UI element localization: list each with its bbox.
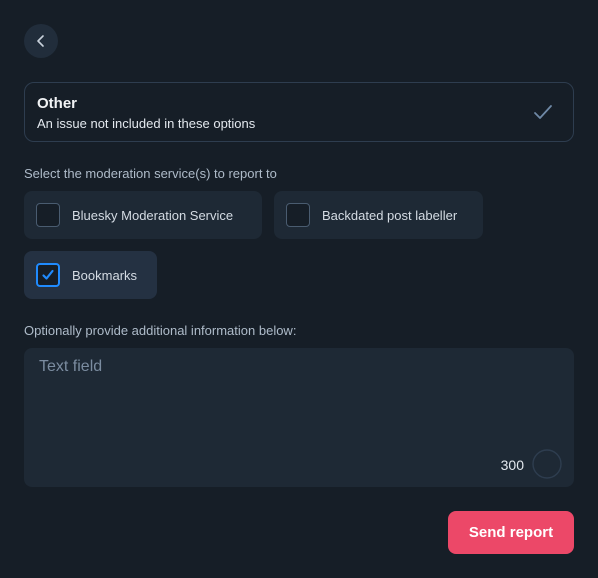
check-icon	[42, 269, 54, 280]
service-label: Bluesky Moderation Service	[72, 207, 234, 223]
back-button[interactable]	[24, 24, 58, 58]
reason-title: Other	[37, 95, 78, 112]
details-text-field[interactable]	[24, 348, 574, 487]
check-icon	[534, 105, 552, 119]
report-dialog: Other An issue not included in these opt…	[0, 0, 598, 578]
service-backdated-post-labeller[interactable]: Backdated post labeller	[274, 191, 483, 239]
service-label: Bookmarks	[72, 267, 138, 283]
services-label: Select the moderation service(s) to repo…	[24, 166, 277, 181]
char-progress-ring	[532, 449, 562, 479]
checkbox[interactable]	[36, 203, 60, 227]
service-bluesky-moderation[interactable]: Bluesky Moderation Service	[24, 191, 262, 239]
chevron-left-icon	[37, 35, 44, 47]
service-label: Backdated post labeller	[322, 207, 458, 223]
reason-description: An issue not included in these options	[37, 116, 256, 131]
details-label: Optionally provide additional informatio…	[24, 323, 297, 338]
details-textarea-container: 300	[24, 348, 574, 487]
service-bookmarks[interactable]: Bookmarks	[24, 251, 157, 299]
selected-reason-card[interactable]: Other An issue not included in these opt…	[24, 82, 574, 142]
checkbox-checked[interactable]	[36, 263, 60, 287]
char-counter: 300	[500, 457, 524, 473]
send-report-button[interactable]: Send report	[448, 511, 574, 554]
checkbox[interactable]	[286, 203, 310, 227]
